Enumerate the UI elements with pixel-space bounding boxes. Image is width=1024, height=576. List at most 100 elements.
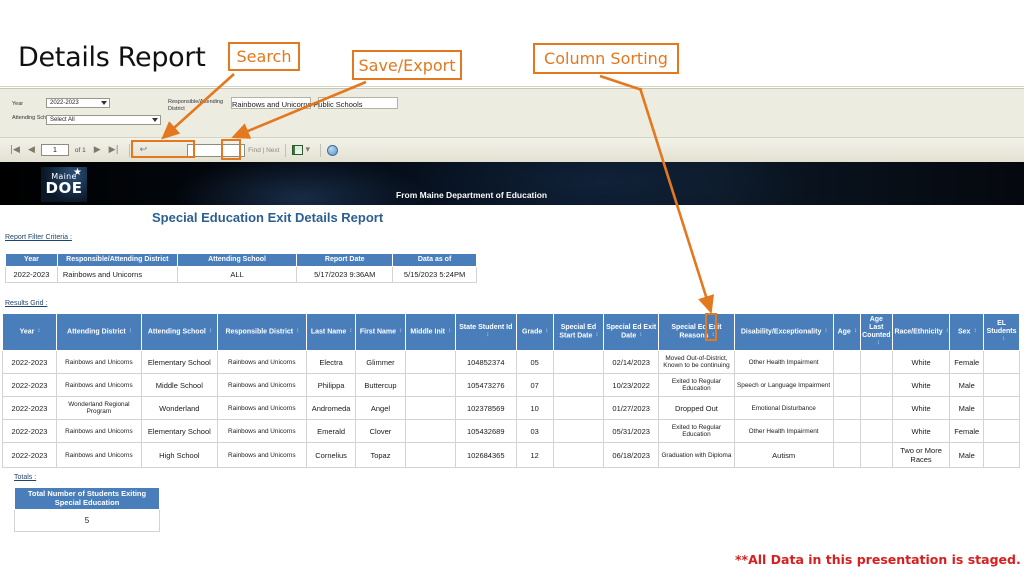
district-value: Rainbows and Unicorns Public Schools [232,100,363,109]
refresh-icon[interactable] [327,144,339,156]
grid-cell [552,350,605,375]
grid-cell [832,396,861,421]
grid-cell: White [891,373,951,398]
column-sort-icon[interactable]: ↕ [37,328,40,335]
column-sort-icon[interactable]: ↕ [946,328,949,335]
logo-doe-text: DOE [45,179,83,197]
column-header-middle-init[interactable]: Middle Init ↕ [404,312,456,352]
grid-cell: High School [140,442,218,469]
column-sort-icon[interactable]: ↕ [595,332,598,339]
filter-data-cell: ALL [176,266,298,284]
column-sort-icon[interactable]: ↕ [349,328,352,335]
column-header-first-name[interactable]: First Name ↕ [355,312,406,352]
filter-data-cell: Rainbows and Unicorns [56,266,178,284]
page-count-label: of 1 [74,146,86,154]
grid-cell [859,419,893,444]
column-sort-icon[interactable]: ↕ [486,332,489,339]
column-sort-icon[interactable]: ↕ [639,332,642,339]
grid-cell: Middle School [140,373,218,398]
column-sort-icon[interactable]: ↕ [448,328,451,335]
column-header-attending-school[interactable]: Attending School ↕ [140,312,218,352]
filter-header-cell: Data as of [392,252,477,268]
grid-cell [552,442,605,469]
save-export-button[interactable]: ▾ [292,145,314,155]
first-page-icon[interactable]: |◀ [10,145,20,155]
callout-save-export: Save/Export [352,50,462,80]
grid-cell: Exited to Regular Education [658,419,735,444]
grid-cell: 12 [515,442,554,469]
last-page-icon[interactable]: ▶| [109,145,119,155]
grid-cell: Electra [305,350,357,375]
column-header-sex[interactable]: Sex ↕ [949,312,985,352]
report-filter-criteria-table: Year Responsible/Attending District Attend… [5,252,477,284]
grid-cell: Two or More Races [891,442,951,469]
grid-cell: Elementary School [140,419,218,444]
highlight-column-sort-handle [705,313,717,341]
totals-header-cell: Total Number of Students Exiting Special… [14,486,160,511]
grid-cell: Exited to Regular Education [658,373,735,398]
grid-cell: Female [949,350,985,375]
column-header-label: Disability/Exceptionality [740,328,822,336]
table-row: 2022-2023 Rainbows and Unicorns Elementary… [2,419,1020,444]
table-header-row: Year ↕ Attending District ↕ Attending School… [2,312,1020,352]
column-header-special-ed-start-date[interactable]: Special Ed Start Date ↕ [552,312,605,352]
grid-cell: Emerald [305,419,357,444]
grid-cell: 10 [515,396,554,421]
column-sort-icon[interactable]: ↕ [1002,336,1005,343]
column-header-grade[interactable]: Grade ↕ [515,312,554,352]
column-header-label: First Name [359,328,397,336]
page-number-input[interactable]: 1 [40,144,69,156]
column-sort-icon[interactable]: ↕ [854,328,857,335]
column-header-label: Special Ed Exit Date [606,324,657,340]
column-header-state-student-id[interactable]: State Student Id↕ [454,312,517,352]
year-select[interactable]: 2022-2023 [46,98,110,108]
chevron-down-icon[interactable]: ▾ [305,145,310,155]
grid-cell [404,419,456,444]
grid-cell: Speech or Language Impairment [733,373,834,398]
column-sort-icon[interactable]: ↕ [545,328,548,335]
column-header-race-ethnicity[interactable]: Race/Ethnicity ↕ [891,312,951,352]
grid-cell: 01/27/2023 [603,396,660,421]
column-header-el-students[interactable]: EL Students↕ [983,312,1020,352]
column-header-last-name[interactable]: Last Name ↕ [305,312,357,352]
next-page-icon[interactable]: ▶ [94,145,101,155]
column-sort-icon[interactable]: ↕ [209,328,212,335]
grid-cell [404,373,456,398]
previous-page-icon[interactable]: ◀ [28,145,35,155]
column-header-special-ed-exit-reasons[interactable]: Special Ed Exit Reasons ↕ [658,312,735,352]
column-sort-icon[interactable]: ↕ [129,328,132,335]
column-header-age-last-counted[interactable]: Age Last Counted↕ [859,312,893,352]
find-next-links[interactable]: Find | Next [248,147,279,154]
column-header-label: Year [19,328,35,336]
column-header-attending-district[interactable]: Attending District ↕ [55,312,142,352]
column-sort-icon[interactable]: ↕ [399,328,402,335]
grid-cell: Buttercup [355,373,406,398]
grid-cell: Rainbows and Unicorns [216,442,307,469]
toolbar-separator [285,143,287,157]
column-header-responsible-district[interactable]: Responsible District ↕ [216,312,307,352]
column-sort-icon[interactable]: ↕ [973,328,976,335]
column-header-special-ed-exit-date[interactable]: Special Ed Exit Date ↕ [603,312,660,352]
grid-cell [832,442,861,469]
grid-cell: Glimmer [355,350,406,375]
column-sort-icon[interactable]: ↕ [877,340,880,347]
grid-cell: Wonderland [140,396,218,421]
column-header-year[interactable]: Year ↕ [2,312,57,352]
grid-cell: Wonderland Regional Program [55,396,142,421]
grid-cell: 105473276 [454,373,517,398]
totals-label: Totals : [14,474,37,481]
grid-cell: Emotional Disturbance [733,396,834,421]
column-sort-icon[interactable]: ↕ [824,328,827,335]
table-row: 2022-2023 Rainbows and Unicorns High Schoo… [2,442,1020,469]
grid-cell [552,396,605,421]
table-header-row: Year Responsible/Attending District Attend… [5,252,477,268]
grid-cell: Cornelius [305,442,357,469]
column-header-disability-exceptionality[interactable]: Disability/Exceptionality ↕ [733,312,834,352]
grid-cell: Rainbows and Unicorns [216,396,307,421]
grid-cell [832,373,861,398]
column-header-age[interactable]: Age ↕ [832,312,861,352]
column-sort-icon[interactable]: ↕ [296,328,299,335]
attending-school-select[interactable]: Select All [46,115,161,125]
grid-cell: 06/18/2023 [603,442,660,469]
grid-cell: Graduation with Diploma [658,442,735,469]
